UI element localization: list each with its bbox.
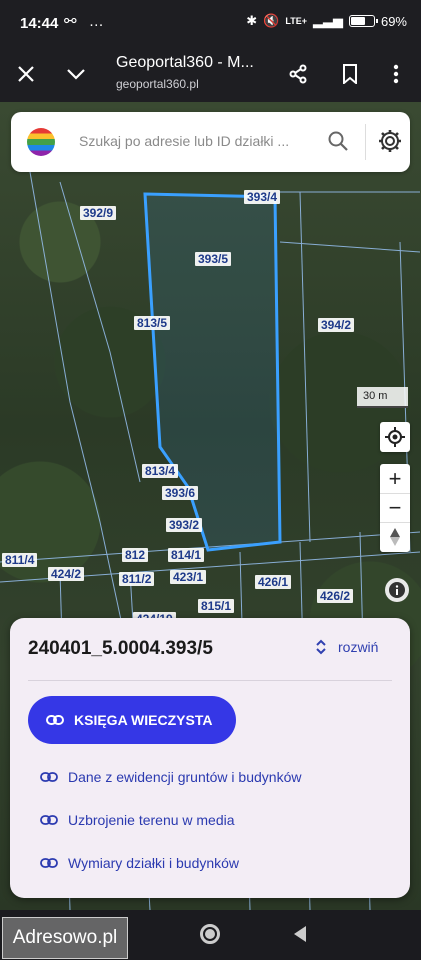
parcel-label: 813/4	[142, 464, 179, 478]
parcel-label: 393/2	[166, 518, 203, 532]
search-divider	[365, 124, 366, 160]
land-register-button[interactable]: KSIĘGA WIECZYSTA	[28, 696, 236, 744]
parcel-label: 811/2	[119, 572, 155, 586]
parcel-label: 814/1	[168, 548, 205, 562]
more-vert-icon	[393, 64, 399, 84]
dimensions-label: Wymiary działki i budynków	[68, 855, 240, 871]
search-icon[interactable]	[327, 130, 349, 152]
parcel-label: 426/2	[317, 589, 354, 603]
compass-icon	[390, 528, 400, 546]
page-title: Geoportal360 - M...	[116, 54, 254, 71]
collapse-button[interactable]	[60, 58, 92, 90]
zoom-in-button[interactable]: +	[380, 464, 410, 493]
compass-button[interactable]	[380, 522, 410, 551]
plus-icon: +	[388, 465, 402, 491]
notification-icons: ⚯ …	[64, 12, 108, 30]
link-icon	[40, 858, 58, 868]
parcel-label: 426/1	[255, 575, 292, 589]
dimensions-link[interactable]: Wymiary działki i budynków	[40, 855, 239, 871]
battery-fill	[350, 17, 366, 25]
land-records-link[interactable]: Dane z ewidencji gruntów i budynków	[40, 769, 301, 785]
parcel-label: 393/5	[195, 252, 232, 266]
close-tab-button[interactable]	[10, 58, 42, 90]
info-button[interactable]	[385, 578, 409, 602]
bookmark-icon	[343, 64, 357, 84]
minus-icon: −	[388, 495, 402, 520]
parcel-label: 393/6	[162, 486, 199, 500]
unfold-icon	[316, 639, 326, 655]
screen: 14:44 ⚯ … ✱ 🔇 LTE+ ▂▃▅ 69% Geoportal360 …	[0, 0, 421, 960]
utilities-label: Uzbrojenie terenu w media	[68, 812, 235, 828]
parcel-id: 240401_5.0004.393/5	[28, 638, 213, 659]
search-input[interactable]: Szukaj po adresie lub ID działki ...	[79, 133, 289, 149]
map-scale: 30 m	[357, 387, 408, 408]
chevron-down-icon	[67, 69, 85, 80]
link-icon	[40, 815, 58, 825]
parcel-label: 812	[122, 548, 149, 562]
info-icon	[389, 582, 405, 598]
parcel-panel: 240401_5.0004.393/5 rozwiń KSIĘGA WIECZY…	[10, 618, 410, 898]
watermark: Adresowo.pl	[2, 917, 128, 959]
utilities-link[interactable]: Uzbrojenie terenu w media	[40, 812, 235, 828]
geoportal-logo-icon	[27, 128, 55, 156]
home-button[interactable]	[200, 924, 220, 944]
network-label: LTE+	[285, 16, 307, 26]
bluetooth-icon: ✱	[246, 13, 258, 28]
zoom-controls: + −	[380, 464, 410, 552]
battery-icon	[348, 15, 378, 27]
parcel-label: 393/4	[244, 190, 281, 204]
land-records-label: Dane z ewidencji gruntów i budynków	[68, 769, 302, 785]
share-button[interactable]	[282, 58, 314, 90]
land-register-label: KSIĘGA WIECZYSTA	[74, 712, 213, 728]
parcel-label: 424/2	[48, 567, 85, 581]
signal-icon: ▂▃▅	[312, 13, 343, 28]
snapchat-icon: ⚯	[64, 13, 81, 30]
parcel-label: 811/4	[2, 553, 38, 567]
share-icon	[289, 64, 307, 84]
parcel-label: 815/1	[198, 599, 235, 613]
battery-percent: 69%	[380, 13, 407, 29]
status-time: 14:44	[20, 15, 59, 32]
parcel-label: 813/5	[134, 316, 171, 330]
parcel-label: 392/9	[80, 206, 117, 220]
expand-button[interactable]: rozwiń	[316, 639, 378, 655]
page-url: geoportal360.pl	[116, 77, 199, 91]
locate-me-button[interactable]	[380, 422, 410, 452]
browser-bar: Geoportal360 - M... geoportal360.pl	[0, 46, 421, 102]
status-right: ✱ 🔇 LTE+ ▂▃▅ 69%	[246, 13, 407, 29]
crosshair-icon	[385, 427, 405, 447]
more-notifications-icon: …	[88, 13, 108, 30]
back-button[interactable]	[294, 926, 306, 942]
mute-icon: 🔇	[263, 13, 280, 28]
bookmark-button[interactable]	[334, 58, 366, 90]
zoom-out-button[interactable]: −	[380, 493, 410, 522]
menu-button[interactable]	[380, 58, 412, 90]
close-icon	[18, 66, 34, 82]
parcel-label: 394/2	[318, 318, 355, 332]
expand-label: rozwiń	[338, 639, 379, 655]
search-bar[interactable]: Szukaj po adresie lub ID działki ...	[11, 112, 410, 172]
gear-icon[interactable]	[377, 128, 403, 154]
link-icon	[46, 715, 64, 725]
panel-divider	[28, 680, 392, 681]
status-bar: 14:44 ⚯ … ✱ 🔇 LTE+ ▂▃▅ 69%	[0, 0, 421, 46]
link-icon	[40, 772, 58, 782]
parcel-label: 423/1	[170, 570, 207, 584]
